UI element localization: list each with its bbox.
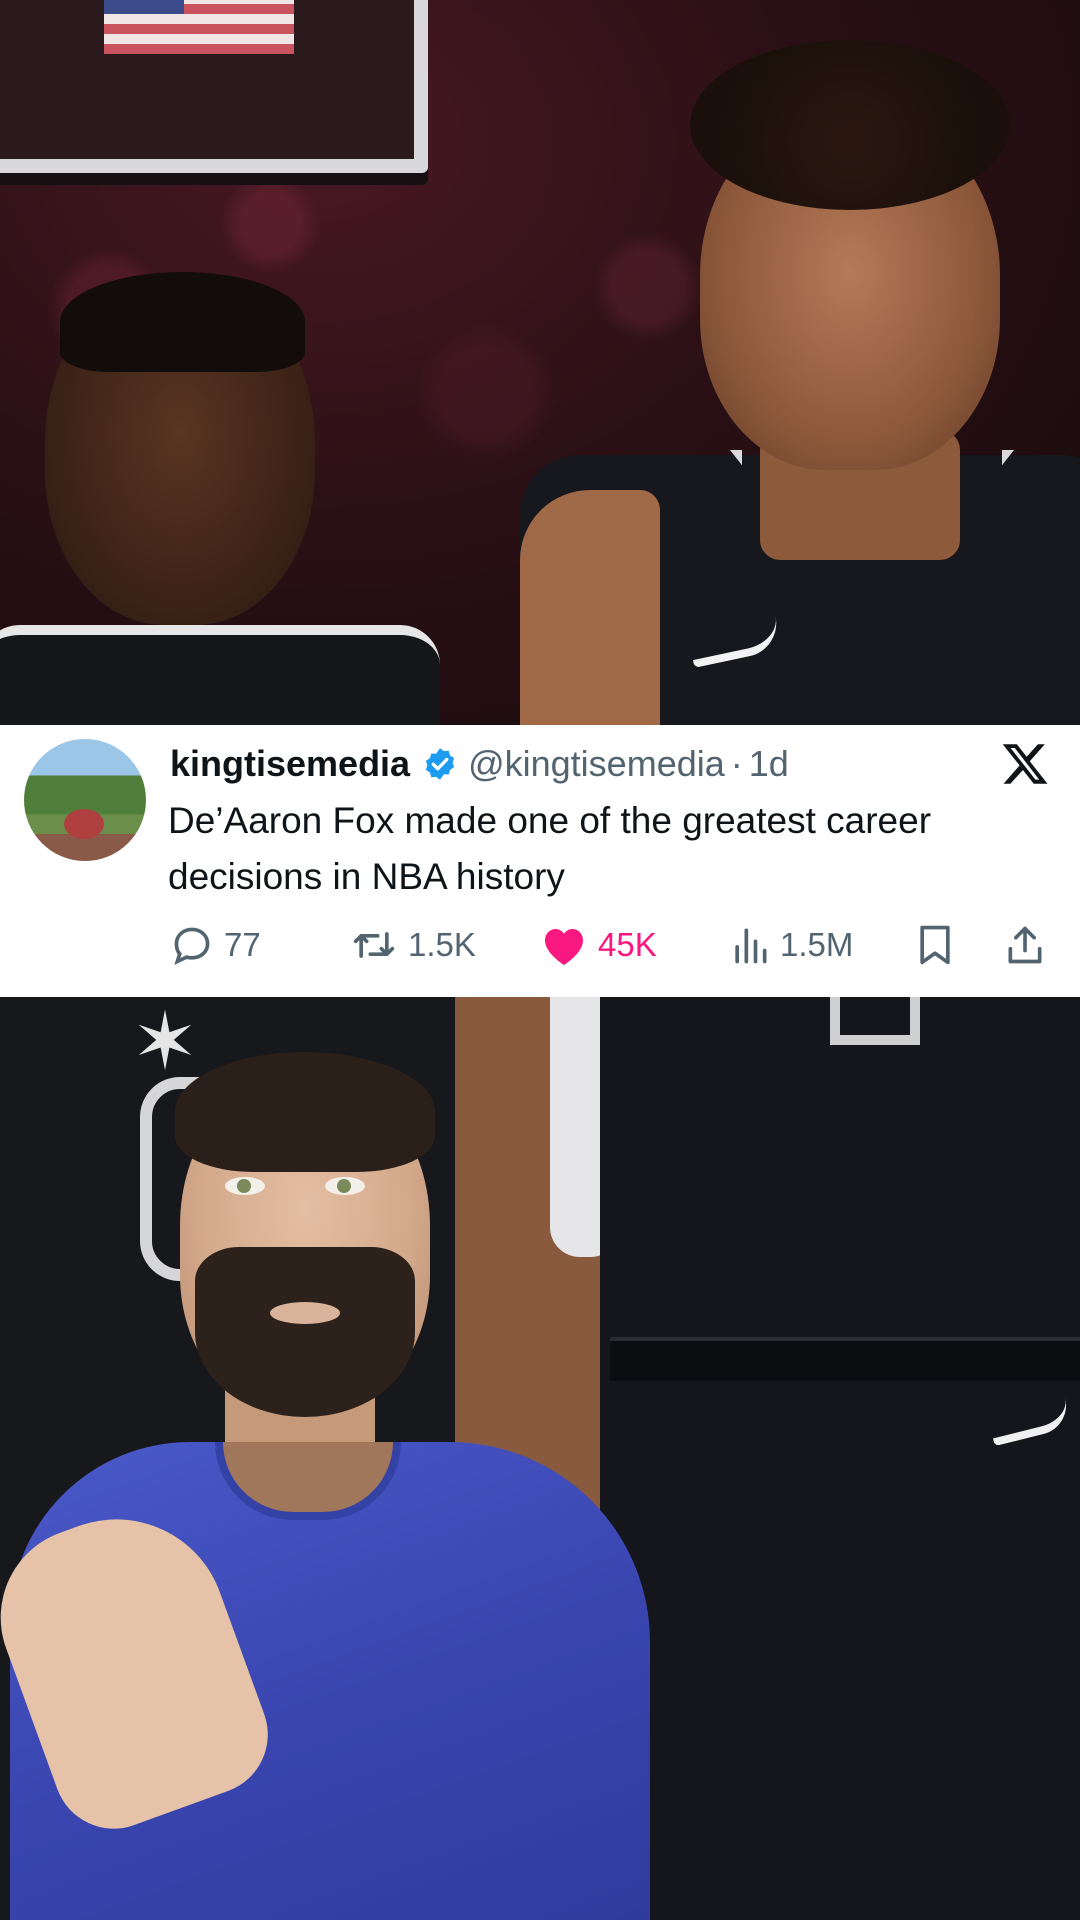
handle[interactable]: @kingtisemedia	[468, 743, 725, 785]
player-jersey-right	[600, 997, 1080, 1920]
player-left-jersey	[0, 625, 440, 725]
views-button[interactable]: 1.5M	[730, 910, 853, 980]
avatar[interactable]	[24, 739, 146, 861]
bookmark-icon	[920, 925, 950, 965]
tweet-actions: 77 1.5K 45K 1.5M	[0, 910, 1080, 980]
timestamp[interactable]: 1d	[749, 743, 789, 785]
repost-count: 1.5K	[408, 926, 476, 963]
views-bar-icon	[735, 928, 767, 964]
separator-dot: ·	[730, 743, 743, 784]
player-left-hair	[60, 272, 305, 372]
player-right-hair	[690, 40, 1010, 210]
player-right-arm	[520, 490, 660, 725]
avatar-detail	[64, 809, 104, 839]
backboard	[0, 0, 428, 173]
spurs-logo-icon: ✶	[131, 997, 199, 1086]
verified-badge-icon	[422, 746, 458, 782]
presenter-eye-left	[225, 1177, 265, 1195]
display-name[interactable]: kingtisemedia	[170, 743, 410, 785]
bookmark-button[interactable]	[915, 910, 955, 980]
players-photo	[0, 0, 1080, 725]
tweet-text: De’Aaron Fox made one of the greatest ca…	[168, 800, 932, 897]
presenter-mouth	[270, 1302, 340, 1324]
flag-image	[104, 0, 294, 54]
tweet-card[interactable]: kingtisemedia @kingtisemedia · 1d De’Aar…	[0, 725, 1080, 997]
repost-button[interactable]: 1.5K	[350, 910, 476, 980]
jersey-number-top	[830, 997, 920, 1045]
presenter-eye-right	[325, 1177, 365, 1195]
share-icon	[1008, 926, 1042, 964]
like-button[interactable]: 45K	[540, 910, 657, 980]
x-logo-icon	[1000, 739, 1050, 789]
repost-icon	[353, 932, 395, 958]
share-button[interactable]	[1005, 910, 1045, 980]
presenter-hair	[175, 1052, 435, 1172]
reply-button[interactable]: 77	[170, 910, 261, 980]
heart-icon	[545, 929, 583, 965]
presenter-photo: ✶	[0, 997, 1080, 1920]
reply-icon	[174, 927, 210, 965]
presenter-beard	[195, 1247, 415, 1417]
shorts-waistband	[610, 1337, 1080, 1381]
tweet-header: kingtisemedia @kingtisemedia · 1d	[170, 739, 789, 789]
like-count: 45K	[598, 926, 657, 963]
views-count: 1.5M	[780, 926, 854, 963]
reply-count: 77	[224, 926, 261, 963]
